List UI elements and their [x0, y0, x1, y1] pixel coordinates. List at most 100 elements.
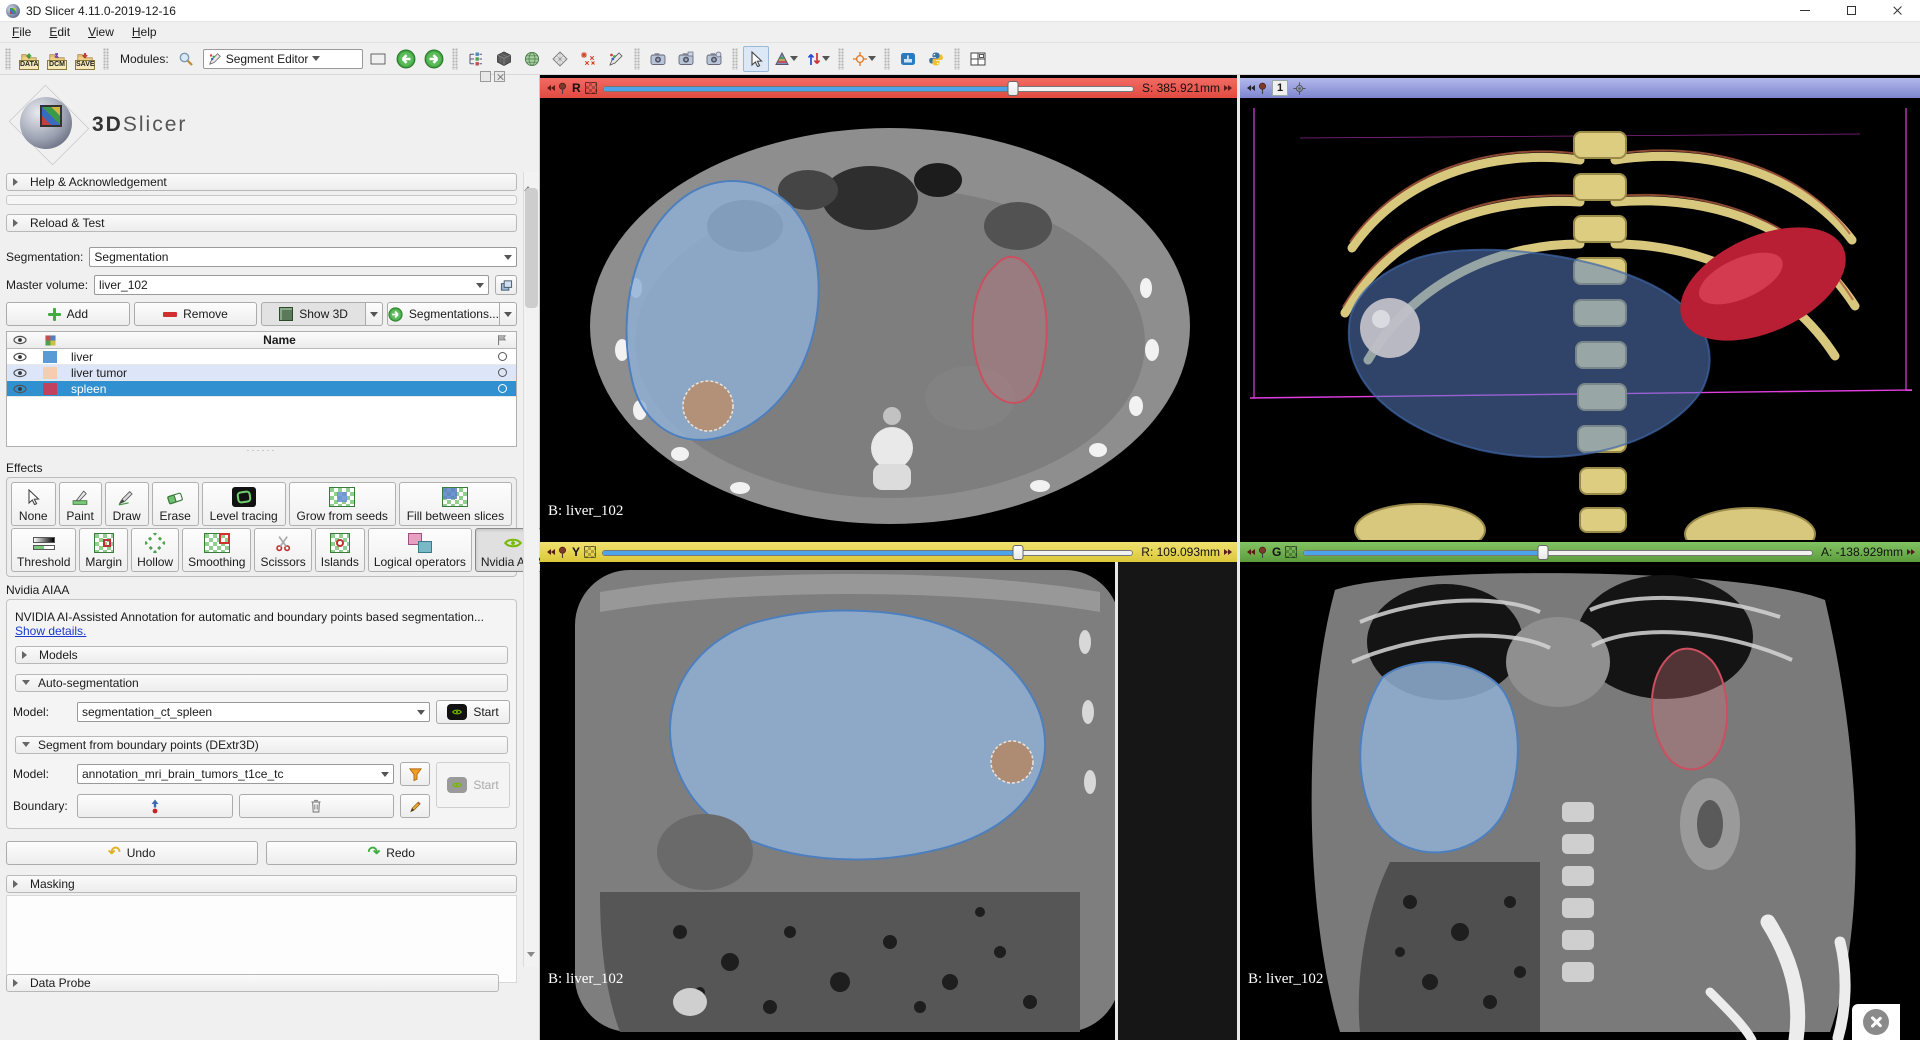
segment-name[interactable]: spleen [67, 382, 488, 396]
effect-grow-from-seeds-button[interactable]: Grow from seeds [289, 482, 396, 526]
minimize-button[interactable] [1782, 0, 1828, 21]
toolbar-grip[interactable] [103, 48, 109, 70]
edit-boundary-button[interactable] [400, 794, 430, 818]
maximize-button[interactable] [1828, 0, 1874, 21]
segment-status[interactable] [488, 352, 516, 361]
segment-row-liver-tumor[interactable]: liver tumor [7, 365, 516, 381]
scrollbar-thumb[interactable] [525, 188, 538, 308]
segmentations-dropdown[interactable] [500, 302, 517, 326]
sagittal-ct-image[interactable]: B: liver_102 [540, 562, 1237, 1040]
segmentations-button[interactable]: Segmentations... [387, 302, 500, 326]
menu-edit[interactable]: Edit [41, 23, 78, 41]
dicom-button[interactable]: DCM [44, 46, 70, 72]
toolbar-grip[interactable] [954, 48, 960, 70]
boundary-start-button[interactable]: Start [436, 762, 510, 808]
slice-visibility-icon[interactable] [1285, 546, 1297, 558]
effect-fill-between-slices-button[interactable]: Fill between slices [399, 482, 512, 526]
segment-status[interactable] [488, 384, 516, 393]
volume-options-button[interactable] [495, 275, 517, 295]
boundary-points-section[interactable]: Segment from boundary points (DExtr3D) [15, 736, 508, 754]
pin-icon[interactable] [1257, 82, 1268, 95]
effect-erase-button[interactable]: Erase [152, 482, 199, 526]
show-3d-dropdown[interactable] [366, 302, 383, 326]
segment-name[interactable]: liver tumor [67, 366, 488, 380]
visibility-toggle[interactable] [7, 368, 33, 378]
pin-icon[interactable] [557, 546, 568, 559]
slice-visibility-icon[interactable] [584, 546, 596, 558]
panel-scrollbar[interactable] [523, 172, 539, 967]
show-details-link[interactable]: Show details. [15, 624, 86, 638]
effect-draw-button[interactable]: Draw [105, 482, 149, 526]
screenshot-button[interactable] [645, 46, 671, 72]
scroll-down-icon[interactable] [527, 952, 535, 961]
effect-scissors-button[interactable]: Scissors [254, 528, 311, 572]
yellow-slice-controller-bar[interactable]: Y R: 109.093mm [540, 542, 1237, 562]
collapse-left-icon[interactable] [1244, 84, 1253, 93]
effect-none-button[interactable]: None [11, 482, 56, 526]
threed-controller-bar[interactable]: 1 [1240, 78, 1920, 98]
add-segment-button[interactable]: Add [6, 302, 130, 326]
effect-smoothing-button[interactable]: Smoothing [182, 528, 251, 572]
load-data-button[interactable]: DATA [16, 46, 42, 72]
volume-rendering-button[interactable] [491, 46, 517, 72]
green-slice-viewport[interactable]: G A: -138.929mm [1240, 542, 1920, 1040]
colors-button[interactable] [771, 46, 801, 72]
expand-right-icon[interactable] [1224, 548, 1233, 557]
segmentation-selector[interactable]: Segmentation [89, 247, 517, 267]
panel-splitter[interactable]: ······ [4, 447, 519, 455]
effect-islands-button[interactable]: Islands [315, 528, 365, 572]
red-slice-viewport[interactable]: R S: 385.921mm [540, 78, 1237, 540]
effect-threshold-button[interactable]: Threshold [11, 528, 76, 572]
menu-help[interactable]: Help [124, 23, 165, 41]
markups-button[interactable] [603, 46, 629, 72]
collapse-left-icon[interactable] [544, 84, 553, 93]
save-button[interactable]: SAVE [72, 46, 98, 72]
scene-view-button[interactable] [673, 46, 699, 72]
remove-segment-button[interactable]: Remove [134, 302, 258, 326]
data-probe-section[interactable]: Data Probe [6, 974, 499, 992]
boundary-model-selector[interactable]: annotation_mri_brain_tumors_t1ce_tc [77, 764, 394, 784]
slider-handle[interactable] [1012, 545, 1023, 560]
coronal-ct-image[interactable]: B: liver_102 [1240, 562, 1920, 1040]
auto-model-selector[interactable]: segmentation_ct_spleen [77, 702, 430, 722]
undo-button[interactable]: ↶Undo [6, 841, 258, 865]
notification-close-button[interactable] [1852, 1004, 1900, 1040]
slice-visibility-icon[interactable] [585, 82, 597, 94]
effect-margin-button[interactable]: Margin [79, 528, 128, 572]
auto-segmentation-start-button[interactable]: Start [436, 700, 510, 724]
toolbar-grip[interactable] [634, 48, 640, 70]
reload-test-section[interactable]: Reload & Test [6, 214, 517, 232]
toolbar-grip[interactable] [452, 48, 458, 70]
module-back-button[interactable] [393, 46, 419, 72]
segment-name[interactable]: liver [67, 350, 488, 364]
yellow-slice-viewport[interactable]: Y R: 109.093mm [540, 542, 1237, 1040]
menu-view[interactable]: View [80, 23, 122, 41]
extensions-manager-button[interactable] [895, 46, 921, 72]
menu-file[interactable]: File [4, 23, 39, 41]
module-selector[interactable]: Segment Editor [203, 49, 363, 69]
threed-viewport[interactable]: 1 [1240, 78, 1920, 540]
effect-logical-operators-button[interactable]: Logical operators [368, 528, 472, 572]
transforms-button[interactable] [547, 46, 573, 72]
layout-selector-button[interactable] [965, 46, 991, 72]
axial-ct-image[interactable]: B: liver_102 [540, 98, 1237, 540]
segment-color-swatch[interactable] [33, 367, 67, 379]
toolbar-grip[interactable] [884, 48, 890, 70]
segment-color-swatch[interactable] [33, 383, 67, 395]
slider-handle[interactable] [1537, 545, 1548, 560]
place-boundary-point-button[interactable] [77, 794, 233, 818]
module-forward-button[interactable] [421, 46, 447, 72]
green-slice-controller-bar[interactable]: G A: -138.929mm [1240, 542, 1920, 562]
redo-button[interactable]: ↷Redo [266, 841, 518, 865]
red-slice-slider[interactable] [601, 81, 1136, 96]
expand-right-icon[interactable] [1224, 84, 1233, 93]
pin-icon[interactable] [1257, 546, 1268, 559]
auto-segmentation-section[interactable]: Auto-segmentation [15, 674, 508, 692]
python-console-button[interactable] [923, 46, 949, 72]
segment-row-spleen[interactable]: spleen [7, 381, 516, 397]
model-filter-button[interactable] [400, 762, 430, 786]
visibility-toggle[interactable] [7, 384, 33, 394]
segment-status[interactable] [488, 368, 516, 377]
subject-hierarchy-button[interactable] [463, 46, 489, 72]
capture-button[interactable] [701, 46, 727, 72]
